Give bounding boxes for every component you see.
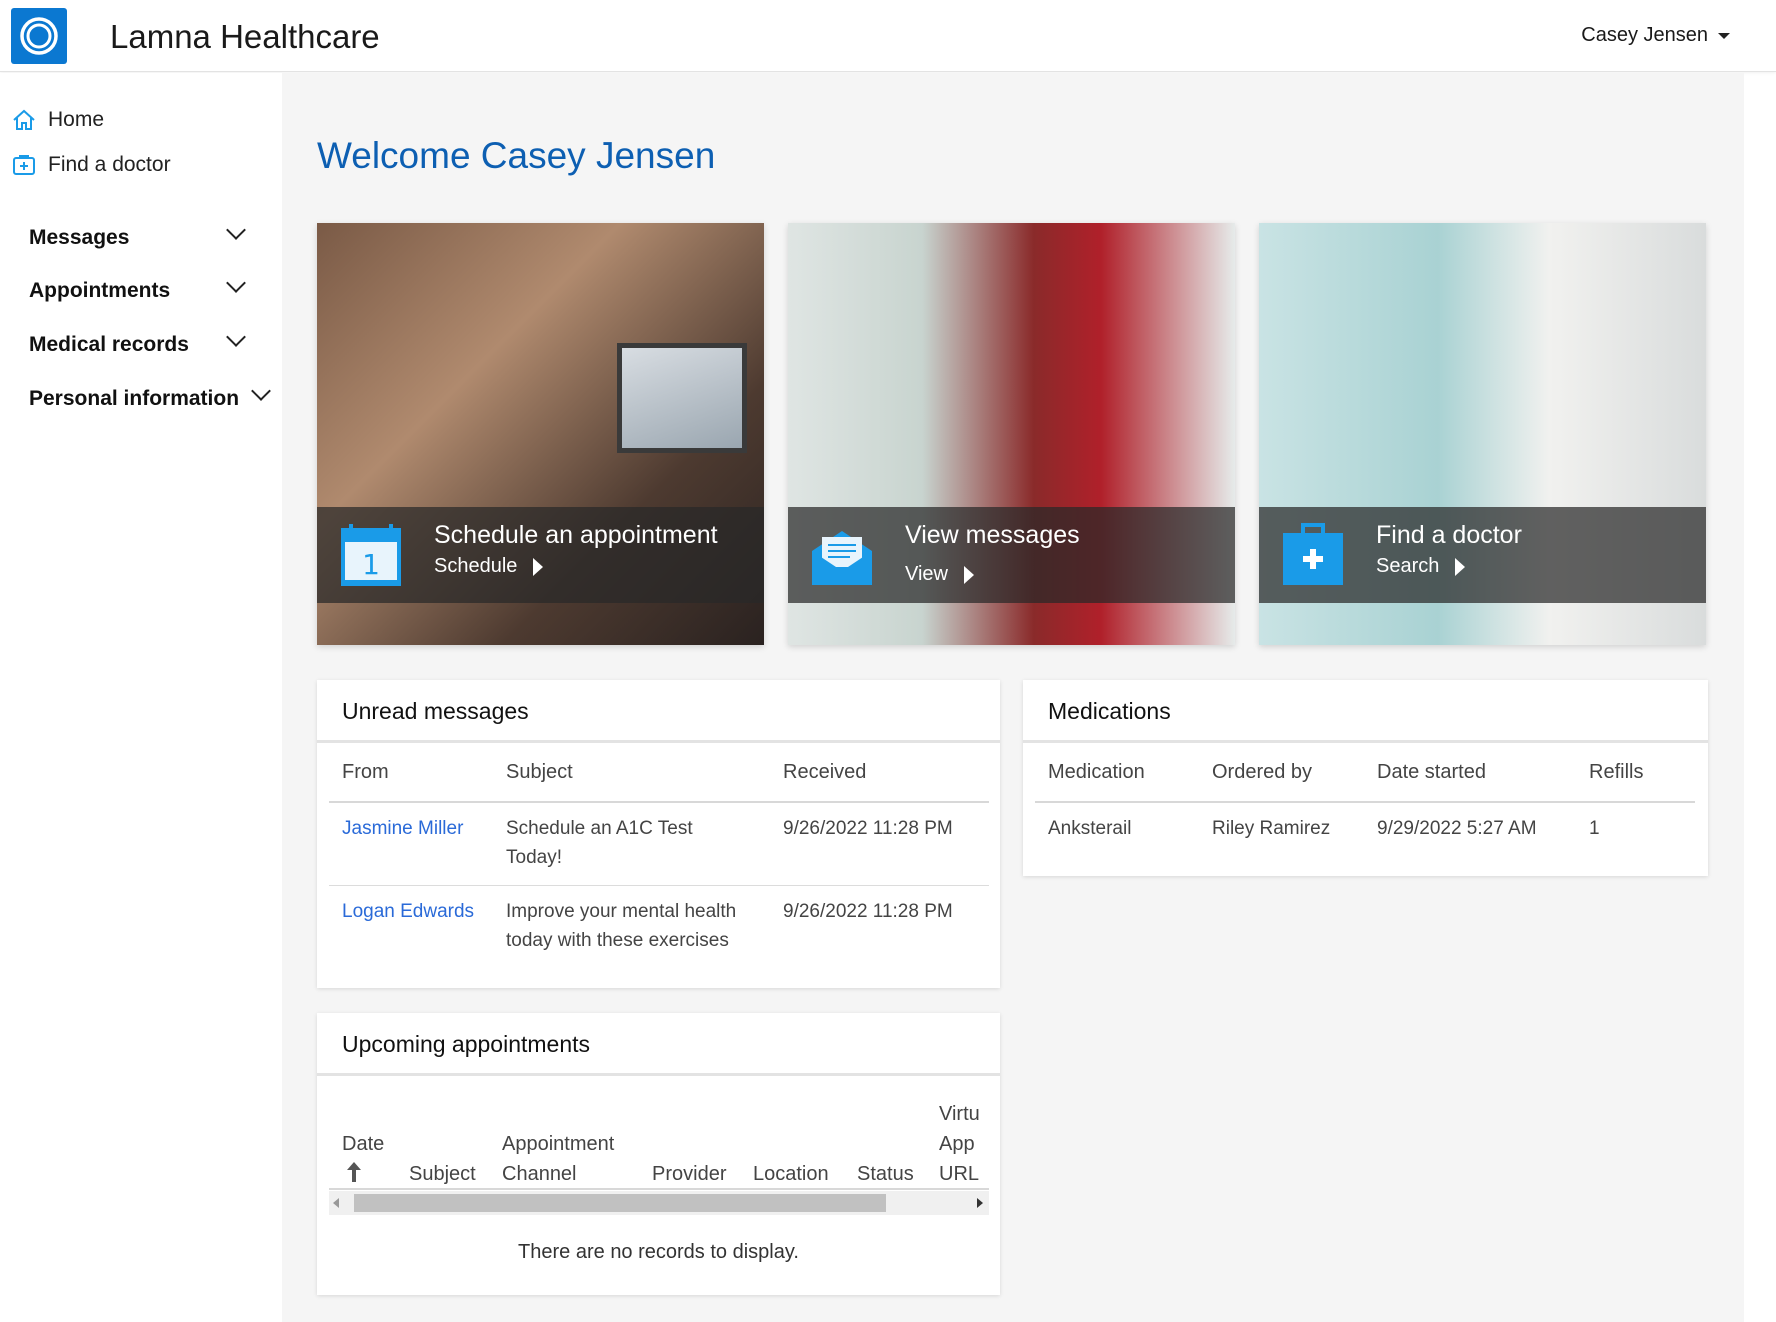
tile-view-messages[interactable]: View messages View xyxy=(788,223,1235,645)
nav-find-doctor-label: Find a doctor xyxy=(48,153,171,176)
nav-section-personal-information[interactable]: Personal information xyxy=(29,387,239,411)
message-received: 9/26/2022 11:28 PM xyxy=(783,818,953,839)
nav-home[interactable]: Home xyxy=(12,108,104,132)
medication-refills: 1 xyxy=(1589,818,1600,839)
column-header-subject[interactable]: Subject xyxy=(409,1163,476,1186)
nav-home-label: Home xyxy=(48,108,105,131)
column-header-date[interactable]: Date xyxy=(342,1133,384,1156)
column-header-received[interactable]: Received xyxy=(783,761,866,784)
triangle-right-icon xyxy=(1455,557,1466,576)
tile-find-doctor[interactable]: Find a doctor Search xyxy=(1259,223,1706,645)
appointments-table-header: Date Subject Appointment Channel Provide… xyxy=(329,1087,989,1187)
divider xyxy=(1035,801,1695,803)
column-header-refills[interactable]: Refills xyxy=(1589,761,1643,784)
envelope-icon xyxy=(812,531,872,585)
logo-rings-icon[interactable] xyxy=(11,8,67,64)
message-subject: Schedule an A1C Test xyxy=(506,818,693,839)
message-from-link[interactable]: Logan Edwards xyxy=(342,897,474,926)
tile-band: Find a doctor Search xyxy=(1259,507,1706,603)
divider xyxy=(329,885,989,886)
divider xyxy=(329,1188,989,1190)
column-header-appointment-channel[interactable]: Channel xyxy=(502,1163,577,1186)
svg-text:1: 1 xyxy=(362,548,380,581)
column-header-location[interactable]: Location xyxy=(753,1163,829,1186)
nav-section-medical-records[interactable]: Medical records xyxy=(29,333,189,357)
main-content: Welcome Casey Jensen 1 Schedule an appoi… xyxy=(282,73,1744,1322)
tile-action-label: View xyxy=(905,563,948,585)
tile-action-label: Schedule xyxy=(434,555,518,577)
column-header-from[interactable]: From xyxy=(342,761,389,784)
sort-up-arrow-icon[interactable] xyxy=(346,1161,362,1183)
calendar-icon: 1 xyxy=(341,524,401,586)
medication-name: Anksterail xyxy=(1048,818,1132,839)
scroll-right-arrow-icon[interactable] xyxy=(977,1198,983,1208)
column-header-provider[interactable]: Provider xyxy=(652,1163,726,1186)
chevron-down-icon[interactable] xyxy=(226,327,246,347)
welcome-heading: Welcome Casey Jensen xyxy=(317,135,716,176)
divider xyxy=(317,740,1000,743)
column-header-date-started[interactable]: Date started xyxy=(1377,761,1486,784)
scrollbar-thumb[interactable] xyxy=(354,1194,886,1212)
tile-action-view[interactable]: View xyxy=(905,563,974,586)
nav-section-appointments[interactable]: Appointments xyxy=(29,279,170,303)
doctor-kit-icon xyxy=(13,155,35,175)
column-header-virtual-url[interactable]: Virtu xyxy=(939,1103,980,1126)
chevron-down-icon[interactable] xyxy=(226,220,246,240)
tile-title: Schedule an appointment xyxy=(434,521,718,549)
column-header-virtual-url[interactable]: App xyxy=(939,1133,975,1156)
chevron-down-icon[interactable] xyxy=(226,273,246,293)
card-title: Medications xyxy=(1048,698,1171,724)
tile-schedule-appointment[interactable]: 1 Schedule an appointment Schedule xyxy=(317,223,764,645)
top-header: Lamna Healthcare Casey Jensen xyxy=(0,0,1776,72)
medications-card: Medications Medication Ordered by Date s… xyxy=(1023,680,1708,876)
card-title: Upcoming appointments xyxy=(342,1031,591,1057)
sidebar: Home Find a doctor Messages Appointments… xyxy=(0,73,282,1322)
nav-section-messages[interactable]: Messages xyxy=(29,226,129,250)
chevron-down-icon[interactable] xyxy=(251,381,271,401)
triangle-right-icon xyxy=(533,557,544,576)
tile-title: View messages xyxy=(905,521,1080,549)
nav-find-doctor[interactable]: Find a doctor xyxy=(12,153,171,177)
divider xyxy=(1023,740,1708,743)
unread-messages-card: Unread messages From Subject Received Ja… xyxy=(317,680,1000,988)
message-subject: Improve your mental health xyxy=(506,901,737,922)
medical-kit-icon xyxy=(1283,523,1343,585)
user-name: Casey Jensen xyxy=(1581,24,1708,46)
tile-band: View messages View xyxy=(788,507,1235,603)
column-header-ordered-by[interactable]: Ordered by xyxy=(1212,761,1312,784)
home-icon xyxy=(13,109,35,130)
user-menu[interactable]: Casey Jensen xyxy=(1581,24,1730,47)
medication-date-started: 9/29/2022 5:27 AM xyxy=(1377,818,1537,839)
laptop-screen-image xyxy=(617,343,747,453)
scroll-left-arrow-icon[interactable] xyxy=(333,1198,339,1208)
message-subject: Today! xyxy=(506,847,562,868)
message-from-link[interactable]: Jasmine Miller xyxy=(342,814,463,843)
card-title: Unread messages xyxy=(342,698,529,724)
column-header-virtual-url[interactable]: URL xyxy=(939,1163,979,1186)
column-header-status[interactable]: Status xyxy=(857,1163,914,1186)
app-title: Lamna Healthcare xyxy=(110,18,380,55)
message-subject: today with these exercises xyxy=(506,930,729,951)
caret-down-icon xyxy=(1718,32,1730,39)
divider xyxy=(329,801,989,803)
medication-ordered-by: Riley Ramirez xyxy=(1212,818,1331,839)
tile-action-search[interactable]: Search xyxy=(1376,555,1466,578)
message-received: 9/26/2022 11:28 PM xyxy=(783,901,953,922)
tile-action-label: Search xyxy=(1376,555,1440,577)
upcoming-appointments-card: Upcoming appointments Date Subject Appoi… xyxy=(317,1013,1000,1295)
tile-action-schedule[interactable]: Schedule xyxy=(434,555,544,578)
horizontal-scrollbar[interactable] xyxy=(329,1191,989,1215)
empty-state-message: There are no records to display. xyxy=(518,1241,799,1263)
tile-band: 1 Schedule an appointment Schedule xyxy=(317,507,764,603)
divider xyxy=(317,1073,1000,1076)
column-header-medication[interactable]: Medication xyxy=(1048,761,1145,784)
column-header-appointment-channel[interactable]: Appointment xyxy=(502,1133,614,1156)
triangle-right-icon xyxy=(964,565,974,584)
tile-title: Find a doctor xyxy=(1376,521,1522,549)
column-header-subject[interactable]: Subject xyxy=(506,761,573,784)
